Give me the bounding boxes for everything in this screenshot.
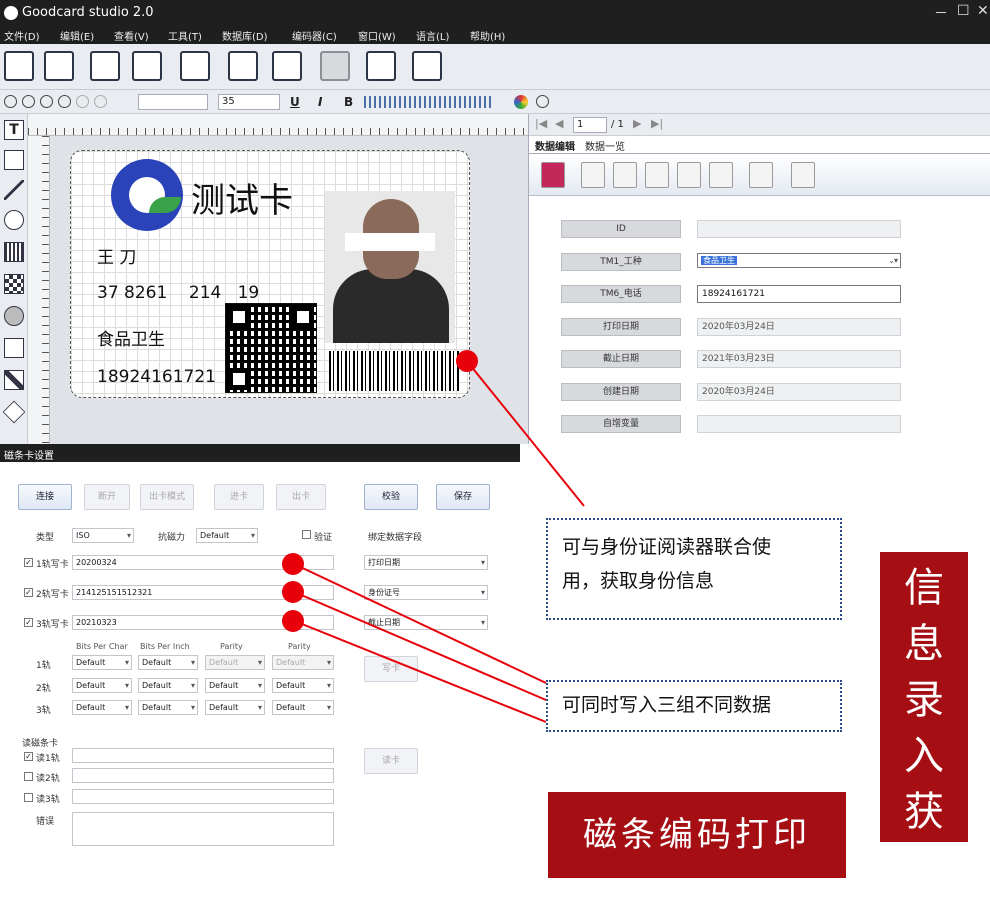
banner-info-entry: 信息录入获取 [880,552,968,891]
pointer-dot-track3 [282,610,304,632]
pointer-lines [291,359,585,723]
note-three-tracks-text: 可同时写入三组不同数据 [562,694,772,716]
note-id-reader-line1: 可与身份证阅读器联合使 [562,536,772,558]
note-id-reader-line2: 用，获取身份信息 [562,570,715,592]
pointer-dot-track1 [282,553,304,575]
banner-magstripe-print: 磁条编码打印 [548,792,846,878]
note-id-reader: 可与身份证阅读器联合使 用，获取身份信息 [546,518,842,620]
pointer-dot-track2 [282,581,304,603]
pointer-dot-barcode [456,350,478,372]
note-three-tracks: 可同时写入三组不同数据 [546,680,842,732]
